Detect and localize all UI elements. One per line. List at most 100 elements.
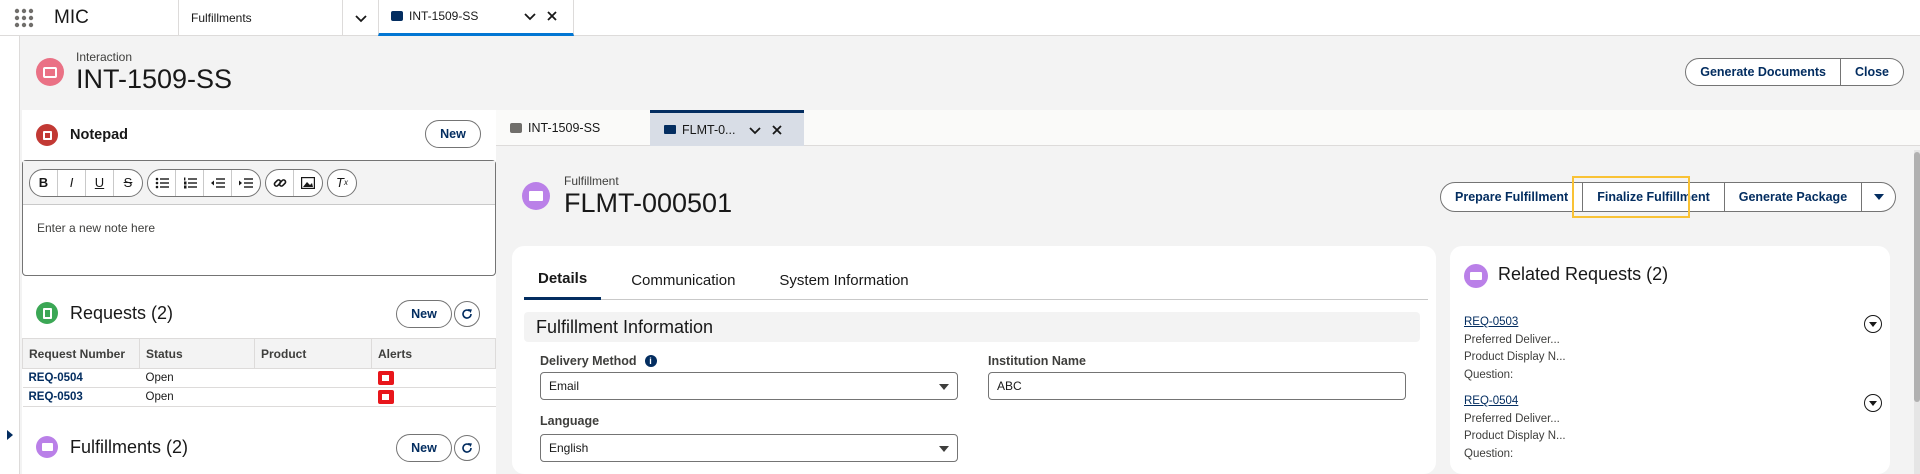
request-status: Open bbox=[139, 368, 255, 388]
related-field: Product Display N... bbox=[1464, 430, 1566, 442]
generate-documents-button[interactable]: Generate Documents bbox=[1685, 58, 1841, 86]
alert-cell bbox=[371, 387, 496, 407]
related-field: Product Display N... bbox=[1464, 351, 1566, 363]
caret-down-icon bbox=[939, 446, 949, 452]
close-button[interactable]: Close bbox=[1840, 58, 1904, 86]
table-row: REQ-0503 Open bbox=[22, 387, 496, 407]
nav-tab-label: Fulfillments bbox=[191, 10, 252, 25]
format-group: B I U S bbox=[29, 168, 143, 197]
tab-communication[interactable]: Communication bbox=[617, 260, 749, 300]
column-header[interactable]: Product bbox=[254, 338, 372, 369]
column-header[interactable]: Status bbox=[139, 338, 255, 369]
fulfillments-title: Fulfillments (2) bbox=[70, 436, 189, 457]
institution-name-input[interactable]: ABC bbox=[988, 372, 1406, 400]
outdent-icon[interactable] bbox=[204, 169, 232, 196]
record-type-label: Interaction bbox=[76, 50, 133, 64]
info-icon[interactable]: i bbox=[644, 355, 657, 367]
fulfillment-type-label: Fulfillment bbox=[564, 174, 619, 188]
request-icon bbox=[36, 302, 58, 324]
italic-icon[interactable]: I bbox=[58, 169, 86, 196]
request-product bbox=[254, 368, 372, 388]
refresh-icon[interactable] bbox=[454, 435, 480, 461]
nav-tab-int-1509-ss[interactable]: INT-1509-SS bbox=[378, 0, 574, 36]
subtab-label: FLMT-0... bbox=[682, 122, 736, 137]
envelope-icon bbox=[522, 182, 550, 210]
requests-table: Request Number Status Product Alerts REQ… bbox=[22, 338, 496, 407]
fulfillment-workspace: Fulfillment FLMT-000501 Prepare Fulfillm… bbox=[496, 146, 1920, 474]
column-header[interactable]: Request Number bbox=[22, 338, 140, 369]
list-item: REQ-0503 Preferred Deliver... Product Di… bbox=[1464, 314, 1566, 384]
image-icon[interactable] bbox=[294, 170, 322, 196]
chevron-down-icon[interactable] bbox=[523, 9, 537, 23]
expand-arrow-icon[interactable] bbox=[7, 430, 13, 440]
close-icon[interactable] bbox=[770, 123, 784, 137]
row-actions-button[interactable] bbox=[1864, 315, 1882, 333]
nav-tab-menu-button[interactable] bbox=[342, 0, 378, 36]
request-status: Open bbox=[139, 387, 255, 407]
language-select[interactable]: English bbox=[540, 434, 958, 462]
alert-cell bbox=[371, 368, 496, 388]
selected-value: English bbox=[549, 441, 589, 455]
numbered-list-icon[interactable] bbox=[176, 169, 204, 196]
related-field: Question: bbox=[1464, 447, 1514, 460]
column-header[interactable]: Alerts bbox=[371, 338, 496, 369]
related-request-link[interactable]: REQ-0503 bbox=[1464, 314, 1566, 332]
indent-icon[interactable] bbox=[232, 170, 260, 196]
close-icon[interactable] bbox=[545, 9, 559, 23]
app-launcher-icon[interactable] bbox=[0, 0, 48, 36]
clear-formatting-icon[interactable]: Tx bbox=[328, 170, 356, 196]
institution-name-label: Institution Name bbox=[988, 354, 1086, 368]
scrollbar-thumb[interactable] bbox=[1914, 152, 1920, 402]
flag-icon bbox=[377, 371, 394, 385]
strikethrough-icon[interactable]: S bbox=[114, 170, 142, 196]
note-icon bbox=[36, 124, 58, 146]
briefcase-icon bbox=[36, 58, 64, 86]
row-actions-button[interactable] bbox=[1864, 394, 1882, 412]
section-fulfillment-information[interactable]: Fulfillment Information bbox=[524, 312, 1420, 342]
chevron-down-icon[interactable] bbox=[748, 123, 762, 137]
subtab-flmt[interactable]: FLMT-0... bbox=[650, 110, 804, 146]
note-placeholder[interactable]: Enter a new note here bbox=[23, 205, 495, 251]
nav-tab-label: INT-1509-SS bbox=[409, 9, 479, 23]
delivery-method-select[interactable]: Email bbox=[540, 372, 958, 400]
language-label: Language bbox=[540, 414, 600, 428]
field-label-text: Delivery Method bbox=[540, 354, 637, 368]
prepare-fulfillment-button[interactable]: Prepare Fulfillment bbox=[1440, 182, 1584, 212]
header-button-group: Generate Documents Close bbox=[1685, 58, 1904, 86]
related-request-link[interactable]: REQ-0504 bbox=[1464, 393, 1566, 411]
rich-text-editor[interactable]: B I U S T x Enter a new note here bbox=[22, 160, 496, 276]
requests-header: Requests (2) bbox=[36, 302, 173, 324]
tab-details[interactable]: Details bbox=[524, 260, 602, 300]
related-requests-title: Related Requests (2) bbox=[1498, 264, 1669, 284]
bold-icon[interactable]: B bbox=[30, 169, 58, 196]
editor-toolbar: B I U S T x bbox=[23, 161, 495, 205]
request-number-link[interactable]: REQ-0503 bbox=[22, 387, 140, 407]
notepad-new-button[interactable]: New bbox=[425, 120, 481, 148]
underline-icon[interactable]: U bbox=[86, 169, 114, 196]
selected-value: Email bbox=[549, 379, 580, 393]
fulfillment-title: FLMT-000501 bbox=[564, 188, 733, 218]
table-row: REQ-0504 Open bbox=[22, 368, 496, 388]
related-field: Preferred Deliver... bbox=[1464, 412, 1560, 425]
requests-new-button[interactable]: New bbox=[396, 300, 452, 328]
delivery-method-label: Delivery Method i bbox=[540, 354, 657, 368]
highlight-box bbox=[1572, 176, 1690, 218]
generate-package-button[interactable]: Generate Package bbox=[1724, 182, 1863, 212]
scrollbar[interactable] bbox=[1914, 150, 1920, 474]
flag-icon bbox=[377, 390, 394, 404]
refresh-icon[interactable] bbox=[454, 301, 480, 327]
insert-group bbox=[265, 168, 323, 197]
caret-down-icon bbox=[1873, 194, 1884, 200]
tab-system-information[interactable]: System Information bbox=[765, 260, 922, 300]
link-icon[interactable] bbox=[266, 169, 294, 196]
notepad-header: Notepad bbox=[36, 124, 128, 146]
request-product bbox=[254, 387, 372, 407]
request-number-link[interactable]: REQ-0504 bbox=[22, 368, 140, 388]
app-name: MIC bbox=[54, 6, 89, 28]
details-tabset: Details Communication System Information bbox=[524, 260, 1428, 300]
more-actions-button[interactable] bbox=[1862, 182, 1897, 212]
nav-tab-fulfillments[interactable]: Fulfillments bbox=[178, 0, 342, 36]
fulfillments-new-button[interactable]: New bbox=[396, 434, 452, 462]
bulleted-list-icon[interactable] bbox=[148, 169, 176, 196]
subtab-int-1509-ss[interactable]: INT-1509-SS bbox=[496, 110, 650, 146]
